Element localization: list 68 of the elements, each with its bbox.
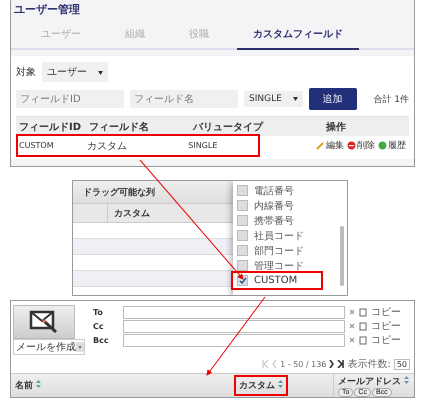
close-icon[interactable] [349, 337, 355, 343]
recipient-input[interactable] [123, 334, 345, 346]
copy-link[interactable]: コピー [371, 319, 401, 333]
page-title: ユーザー管理 [13, 2, 81, 18]
last-page-icon[interactable] [337, 360, 344, 368]
recipient-label: Bcc [93, 336, 110, 344]
sort-icon[interactable] [278, 380, 284, 388]
checkbox[interactable] [237, 230, 248, 241]
field-id-input[interactable]: フィールドID [16, 90, 124, 108]
checkbox[interactable] [237, 200, 248, 211]
column-option[interactable]: 社員コード [233, 228, 321, 243]
checkbox[interactable] [237, 185, 248, 196]
caret-icon[interactable] [98, 71, 104, 75]
add-button[interactable]: 追加 [308, 88, 357, 110]
recipient-input[interactable] [123, 320, 345, 332]
history-link[interactable]: 履歴 [378, 139, 406, 152]
column-header[interactable]: メールアドレス [338, 374, 410, 388]
value-type-select[interactable]: SINGLE [244, 91, 303, 107]
first-page-icon[interactable] [262, 360, 270, 368]
column-option[interactable]: CUSTOM [233, 273, 321, 288]
checkbox[interactable] [237, 215, 248, 226]
column-option[interactable]: 携帯番号 [233, 213, 321, 228]
table-cell-text: CUSTOM [18, 141, 55, 150]
column-header[interactable]: 名前 [15, 379, 185, 392]
panel-header-title: ドラッグ可能な列 [83, 188, 155, 198]
field-name-input[interactable]: フィールド名 [130, 90, 238, 108]
column-option[interactable]: 部門コード [233, 243, 321, 258]
column-header[interactable]: カスタム [236, 377, 286, 394]
edit-link[interactable]: 編集 [316, 139, 344, 152]
recipient-input[interactable] [123, 306, 345, 318]
delete-link[interactable]: 削除 [347, 139, 376, 152]
column-option[interactable]: 管理コード [233, 258, 321, 273]
column-option[interactable]: 電話番号 [233, 183, 321, 198]
compose-button[interactable] [13, 305, 75, 339]
scrollbar[interactable] [340, 226, 344, 286]
column-header: 操作 [324, 120, 347, 134]
pencil-icon [316, 141, 326, 150]
column-header: フィールド名 [88, 120, 150, 134]
column-option[interactable]: 内線番号 [233, 198, 321, 213]
compose-select[interactable]: メールを作成 [13, 339, 85, 355]
sort-icon[interactable] [404, 376, 410, 384]
column-header: カスタム [113, 208, 151, 221]
table-cell-text: SINGLE [187, 141, 218, 150]
close-icon[interactable] [349, 309, 355, 315]
target-select[interactable]: ユーザー [42, 62, 108, 82]
recipient-label: To [93, 308, 104, 316]
close-icon[interactable] [349, 323, 355, 329]
per-page-input[interactable]: 50 [394, 358, 410, 370]
circle-icon [378, 141, 388, 150]
next-page-icon[interactable] [329, 360, 334, 368]
page-range: 1 - 50 / 136 [280, 360, 326, 368]
copy-link[interactable]: コピー [371, 333, 401, 347]
caret-icon[interactable] [292, 97, 298, 101]
checkbox[interactable] [237, 245, 248, 256]
minus-circle-icon [347, 141, 356, 150]
sort-icon[interactable] [36, 380, 42, 388]
table-cell-text: カスタム [86, 140, 128, 152]
caret-icon[interactable] [76, 341, 84, 353]
copy-link[interactable]: コピー [371, 305, 401, 319]
per-page-label: 表示件数: [347, 358, 391, 371]
checkbox[interactable] [237, 260, 248, 271]
previous-page-icon[interactable] [272, 360, 278, 368]
total-count: 合計 1件 [373, 94, 409, 106]
recipient-label: Cc [93, 322, 105, 330]
tab[interactable]: カスタムフィールド [237, 20, 359, 50]
filter-label: 対象 [16, 66, 36, 79]
column-header: バリュータイプ [192, 120, 264, 134]
column-header: フィールドID [18, 120, 82, 134]
